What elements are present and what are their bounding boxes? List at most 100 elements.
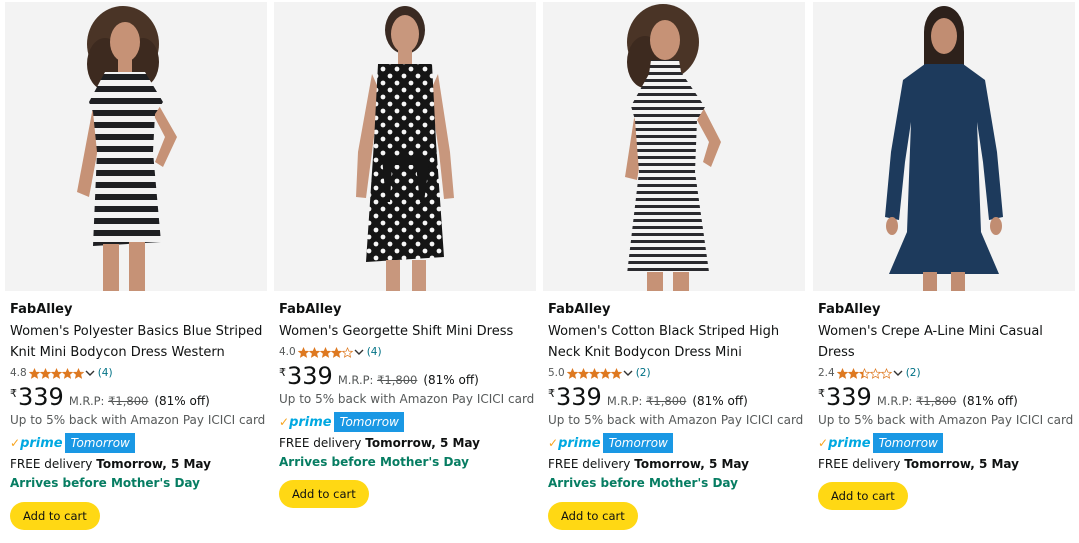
- striped-dress-image: [5, 2, 267, 291]
- prime-delivery-tag: Tomorrow: [602, 433, 673, 453]
- mrp: M.R.P: ₹1,800: [338, 373, 418, 387]
- chevron-down-icon[interactable]: [85, 368, 95, 378]
- prime-badge: ✓ prime Tomorrow: [818, 433, 1074, 453]
- star-icon: [297, 346, 309, 358]
- star-rating-icon[interactable]: [297, 346, 353, 358]
- prime-badge: ✓ prime Tomorrow: [548, 433, 804, 453]
- prime-logo: ✓ prime: [818, 433, 871, 453]
- delivery-info: FREE delivery Tomorrow, 5 May: [818, 455, 1074, 474]
- cashback-offer: Up to 5% back with Amazon Pay ICICI card: [548, 413, 804, 427]
- prime-delivery-tag: Tomorrow: [872, 433, 943, 453]
- product-card[interactable]: FabAlley Women's Crepe A-Line Mini Casua…: [813, 0, 1075, 543]
- price-row: ₹ 339 M.R.P: ₹1,800 (81% off): [548, 384, 804, 410]
- prime-delivery-tag: Tomorrow: [64, 433, 135, 453]
- star-icon: [341, 346, 353, 358]
- product-image[interactable]: [274, 2, 536, 291]
- mrp-value: ₹1,800: [916, 394, 957, 408]
- discount: (81% off): [962, 394, 1018, 408]
- prime-logo: ✓ prime: [279, 412, 332, 432]
- check-icon: ✓: [818, 436, 829, 450]
- star-rating-icon[interactable]: [566, 367, 622, 379]
- prime-label: prime: [558, 435, 601, 451]
- product-card[interactable]: FabAlley Women's Polyester Basics Blue S…: [5, 0, 267, 543]
- review-count[interactable]: (2): [906, 364, 921, 382]
- prime-delivery-tag: Tomorrow: [333, 412, 404, 432]
- rating-value: 2.4: [818, 367, 835, 379]
- rating-row[interactable]: 4.0 (4): [279, 343, 535, 361]
- add-to-cart-button[interactable]: Add to cart: [818, 482, 908, 510]
- delivery-prefix: FREE delivery: [548, 457, 631, 471]
- product-image[interactable]: [813, 2, 1075, 291]
- price: 339: [556, 383, 602, 411]
- product-info: FabAlley Women's Crepe A-Line Mini Casua…: [818, 300, 1074, 510]
- delivery-date: Tomorrow, 5 May: [634, 457, 749, 471]
- chevron-down-icon[interactable]: [354, 347, 364, 357]
- discount: (81% off): [154, 394, 210, 408]
- discount: (81% off): [423, 373, 479, 387]
- add-to-cart-button[interactable]: Add to cart: [279, 480, 369, 508]
- star-icon: [330, 346, 342, 358]
- star-icon: [577, 367, 589, 379]
- product-image[interactable]: [5, 2, 267, 291]
- check-icon: ✓: [548, 436, 559, 450]
- star-rating-icon[interactable]: [28, 367, 84, 379]
- star-icon: [72, 367, 84, 379]
- mrp: M.R.P: ₹1,800: [69, 394, 149, 408]
- delivery-info: FREE delivery Tomorrow, 5 May: [279, 434, 535, 453]
- star-icon: [319, 346, 331, 358]
- star-icon: [588, 367, 600, 379]
- rating-row[interactable]: 4.8 (4): [10, 364, 266, 382]
- arrives-note: Arrives before Mother's Day: [548, 476, 738, 490]
- product-title[interactable]: Women's Georgette Shift Mini Dress: [279, 321, 535, 342]
- add-to-cart-button[interactable]: Add to cart: [548, 502, 638, 530]
- delivery-prefix: FREE delivery: [279, 436, 362, 450]
- product-title[interactable]: Women's Crepe A-Line Mini Casual Dress: [818, 321, 1074, 363]
- star-icon: [858, 367, 870, 379]
- rating-row[interactable]: 2.4 (2): [818, 364, 1074, 382]
- mrp: M.R.P: ₹1,800: [877, 394, 957, 408]
- delivery-date: Tomorrow, 5 May: [904, 457, 1019, 471]
- mrp-value: ₹1,800: [108, 394, 149, 408]
- review-count[interactable]: (4): [98, 364, 113, 382]
- prime-badge: ✓ prime Tomorrow: [279, 412, 535, 432]
- navy-dress-image: [813, 2, 1075, 291]
- delivery-prefix: FREE delivery: [818, 457, 901, 471]
- prime-label: prime: [828, 435, 871, 451]
- prime-logo: ✓ prime: [10, 433, 63, 453]
- star-icon: [308, 346, 320, 358]
- chevron-down-icon[interactable]: [893, 368, 903, 378]
- add-to-cart-button[interactable]: Add to cart: [10, 502, 100, 530]
- mrp: M.R.P: ₹1,800: [607, 394, 687, 408]
- star-icon: [599, 367, 611, 379]
- product-card[interactable]: FabAlley Women's Cotton Black Striped Hi…: [543, 0, 805, 543]
- cashback-offer: Up to 5% back with Amazon Pay ICICI card: [818, 413, 1074, 427]
- star-icon: [869, 367, 881, 379]
- product-title[interactable]: Women's Cotton Black Striped High Neck K…: [548, 321, 804, 363]
- price-row: ₹ 339 M.R.P: ₹1,800 (81% off): [818, 384, 1074, 410]
- product-info: FabAlley Women's Cotton Black Striped Hi…: [548, 300, 804, 530]
- brand-name: FabAlley: [10, 302, 73, 317]
- product-title[interactable]: Women's Polyester Basics Blue Striped Kn…: [10, 321, 266, 363]
- chevron-down-icon[interactable]: [623, 368, 633, 378]
- currency-symbol: ₹: [279, 366, 286, 379]
- delivery-date: Tomorrow, 5 May: [96, 457, 211, 471]
- brand-name: FabAlley: [818, 302, 881, 317]
- rating-row[interactable]: 5.0 (2): [548, 364, 804, 382]
- star-icon: [61, 367, 73, 379]
- star-icon: [847, 367, 859, 379]
- product-card[interactable]: FabAlley Women's Georgette Shift Mini Dr…: [274, 0, 536, 543]
- price-row: ₹ 339 M.R.P: ₹1,800 (81% off): [10, 384, 266, 410]
- check-icon: ✓: [10, 436, 21, 450]
- star-rating-icon[interactable]: [836, 367, 892, 379]
- prime-badge: ✓ prime Tomorrow: [10, 433, 266, 453]
- arrives-note: Arrives before Mother's Day: [279, 455, 469, 469]
- arrives-note: Arrives before Mother's Day: [10, 476, 200, 490]
- review-count[interactable]: (4): [367, 343, 382, 361]
- prime-label: prime: [20, 435, 63, 451]
- thin-striped-dress-image: [543, 2, 805, 291]
- rating-value: 5.0: [548, 367, 565, 379]
- product-image[interactable]: [543, 2, 805, 291]
- mrp-value: ₹1,800: [377, 373, 418, 387]
- mrp-value: ₹1,800: [646, 394, 687, 408]
- review-count[interactable]: (2): [636, 364, 651, 382]
